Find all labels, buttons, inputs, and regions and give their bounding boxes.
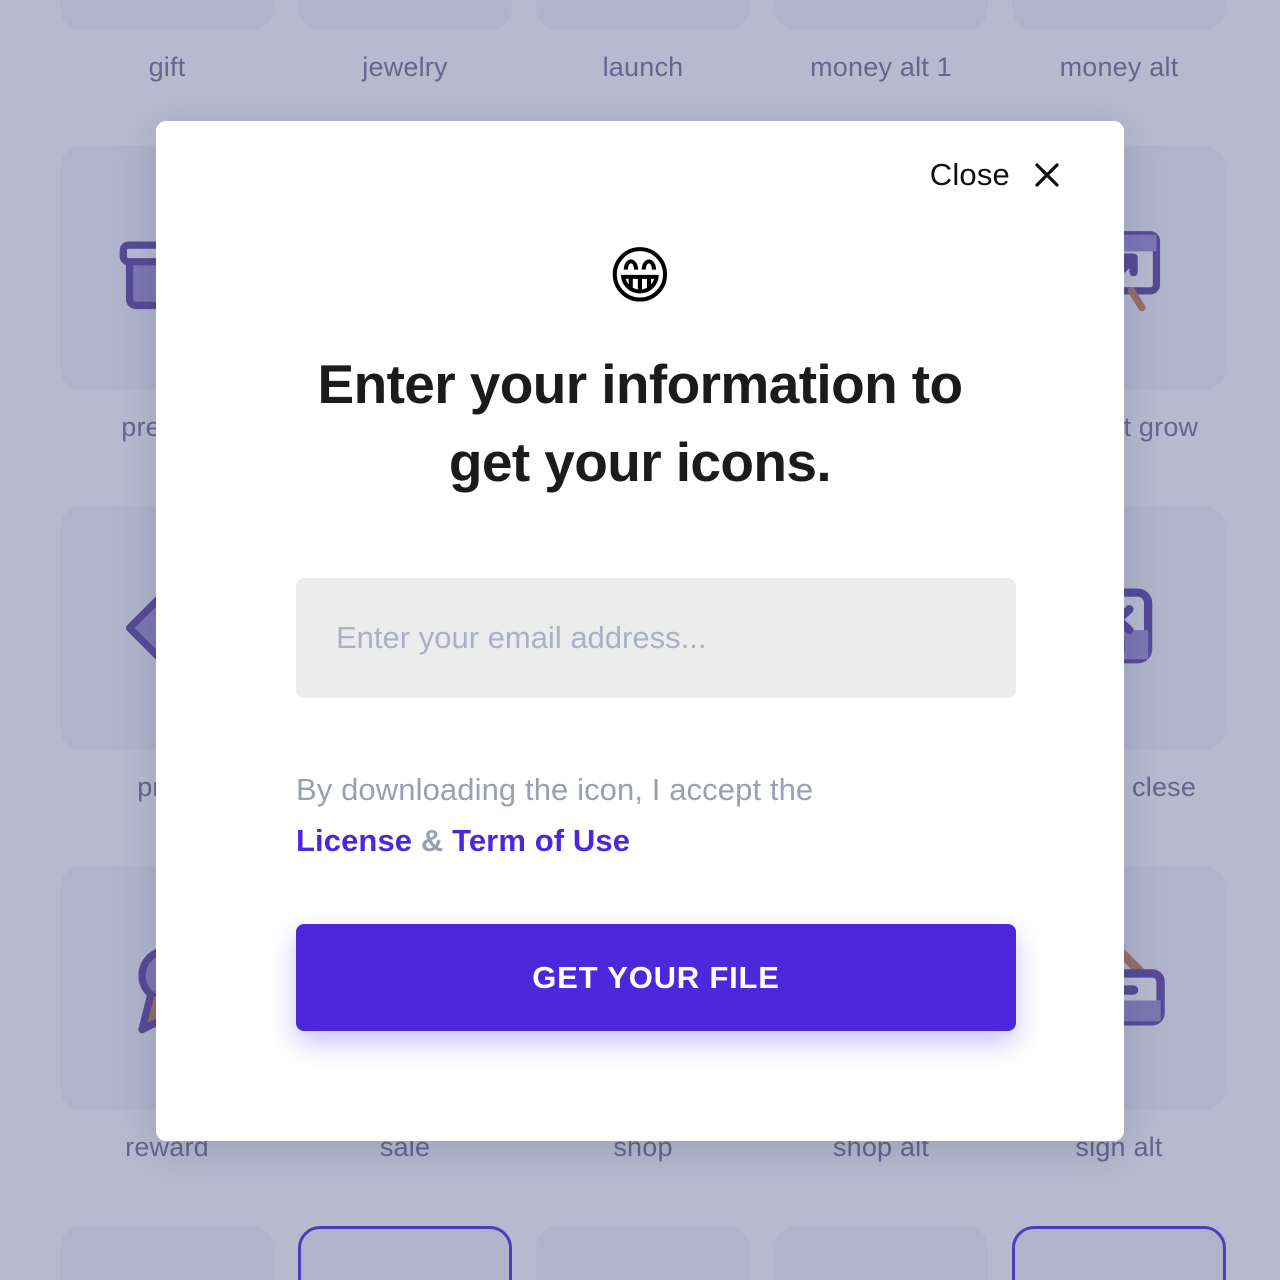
terms-text: By downloading the icon, I accept the Li… xyxy=(296,764,1016,866)
license-link[interactable]: License xyxy=(296,823,412,858)
close-button[interactable]: Close xyxy=(930,157,1062,193)
grinning-face-with-smiling-eyes-icon: 😁 xyxy=(607,239,673,312)
modal-title: Enter your information to get your icons… xyxy=(317,353,963,494)
close-x-icon[interactable] xyxy=(1032,160,1062,190)
close-button-label: Close xyxy=(929,157,1010,192)
email-input[interactable] xyxy=(296,578,1016,699)
get-your-file-button[interactable]: GET YOUR FILE xyxy=(296,924,1016,1032)
terms-prefix: By downloading the icon, I accept the xyxy=(296,772,814,808)
app-root: giftjewelrylaunchmoney alt 1money altpre… xyxy=(0,0,1280,1280)
download-modal: Close 😁 Enter your information to get yo… xyxy=(156,121,1124,1141)
terms-separator: & xyxy=(420,823,444,859)
terms-of-use-link[interactable]: Term of Use xyxy=(452,823,630,858)
